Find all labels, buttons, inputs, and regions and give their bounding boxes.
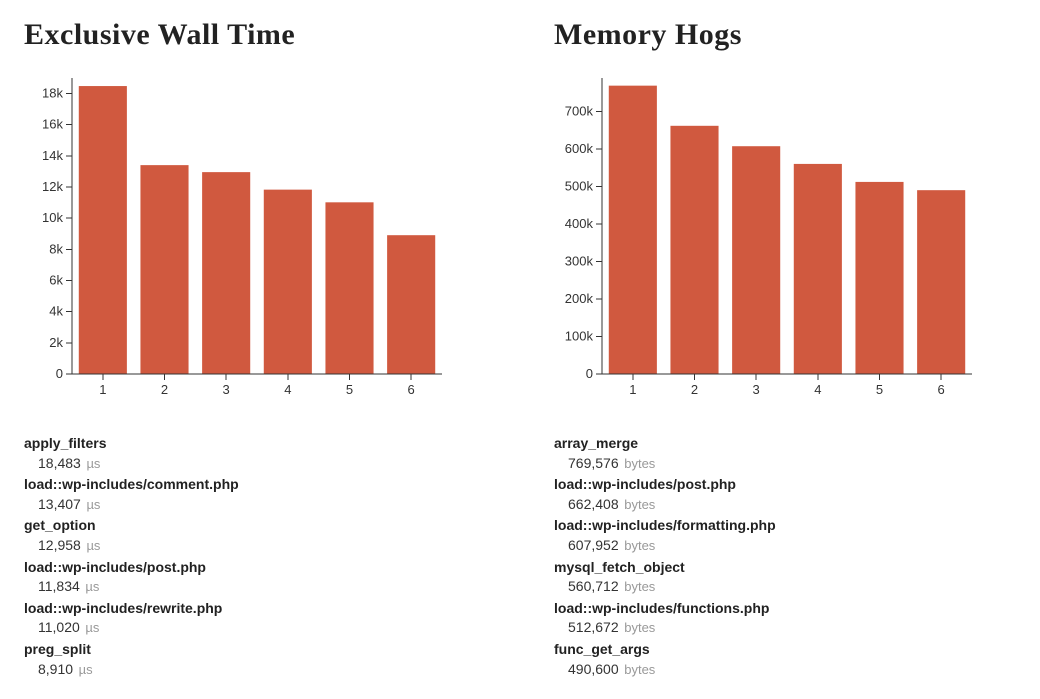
legend-item-unit: bytes (621, 497, 656, 512)
panels-row: Exclusive Wall Time 02k4k6k8k10k12k14k16… (0, 0, 1040, 681)
y-tick-label: 18k (42, 86, 63, 101)
legend-item-unit: µs (83, 456, 101, 471)
legend-item-value: 18,483 µs (24, 454, 484, 474)
y-tick-label: 100k (565, 329, 594, 344)
x-tick-label: 1 (629, 382, 636, 397)
legend-item-value: 512,672 bytes (554, 618, 1014, 638)
legend-item: load::wp-includes/formatting.php607,952 … (554, 516, 1014, 555)
y-tick-label: 400k (565, 216, 594, 231)
x-tick-label: 5 (876, 382, 883, 397)
bar (609, 86, 657, 374)
legend-item: mysql_fetch_object560,712 bytes (554, 558, 1014, 597)
legend-item: func_get_args490,600 bytes (554, 640, 1014, 679)
legend-item: load::wp-includes/comment.php13,407 µs (24, 475, 484, 514)
x-tick-label: 2 (691, 382, 698, 397)
legend-item: load::wp-includes/rewrite.php11,020 µs (24, 599, 484, 638)
y-tick-label: 700k (565, 104, 594, 119)
legend-item-name: load::wp-includes/functions.php (554, 599, 1014, 619)
y-tick-label: 200k (565, 291, 594, 306)
y-tick-label: 16k (42, 117, 63, 132)
legend-item-value: 662,408 bytes (554, 495, 1014, 515)
legend-item: preg_split8,910 µs (24, 640, 484, 679)
legend-item-unit: µs (75, 662, 93, 677)
y-tick-label: 600k (565, 141, 594, 156)
legend-item-unit: µs (82, 579, 100, 594)
bar (79, 86, 127, 374)
chart-title: Memory Hogs (554, 18, 1014, 52)
legend-item-name: mysql_fetch_object (554, 558, 1014, 578)
x-tick-label: 6 (938, 382, 945, 397)
bar (325, 202, 373, 374)
bar (264, 190, 312, 374)
legend-item-name: get_option (24, 516, 484, 536)
legend-item-unit: bytes (621, 579, 656, 594)
y-tick-label: 0 (586, 366, 593, 381)
legend-item-value: 12,958 µs (24, 536, 484, 556)
y-tick-label: 12k (42, 179, 63, 194)
legend-item-value: 560,712 bytes (554, 577, 1014, 597)
panel-wall-time: Exclusive Wall Time 02k4k6k8k10k12k14k16… (24, 12, 484, 681)
legend-item-name: load::wp-includes/rewrite.php (24, 599, 484, 619)
legend-item-name: array_merge (554, 434, 1014, 454)
legend-item-name: load::wp-includes/post.php (554, 475, 1014, 495)
legend-item-name: func_get_args (554, 640, 1014, 660)
y-tick-label: 8k (49, 241, 63, 256)
legend-item-unit: µs (82, 620, 100, 635)
legend-list: apply_filters18,483 µsload::wp-includes/… (24, 434, 484, 679)
legend-list: array_merge769,576 bytesload::wp-include… (554, 434, 1014, 679)
bar (670, 126, 718, 374)
legend-item-name: preg_split (24, 640, 484, 660)
y-tick-label: 14k (42, 148, 63, 163)
bar (855, 182, 903, 374)
legend-item-name: load::wp-includes/comment.php (24, 475, 484, 495)
legend-item: load::wp-includes/post.php11,834 µs (24, 558, 484, 597)
x-tick-label: 1 (99, 382, 106, 397)
y-tick-label: 6k (49, 273, 63, 288)
legend-item-unit: bytes (621, 662, 656, 677)
y-tick-label: 10k (42, 210, 63, 225)
bar-chart: 0 2k 4k 6k 8k 10k 12k 14k 16k 18k 1 2 3 4 5 6 (24, 70, 454, 410)
bar (387, 235, 435, 374)
legend-item: array_merge769,576 bytes (554, 434, 1014, 473)
bar (140, 165, 188, 374)
bar (202, 172, 250, 374)
legend-item-name: load::wp-includes/post.php (24, 558, 484, 578)
panel-memory-hogs: Memory Hogs 0 100k 200k 300k 400k 500k 600k 700… (554, 12, 1014, 681)
legend-item: load::wp-includes/functions.php512,672 b… (554, 599, 1014, 638)
bar (917, 190, 965, 374)
legend-item-unit: µs (83, 538, 101, 553)
legend-item-value: 11,834 µs (24, 577, 484, 597)
y-tick-label: 2k (49, 335, 63, 350)
x-tick-label: 3 (223, 382, 230, 397)
x-tick-label: 4 (814, 382, 821, 397)
legend-item-value: 11,020 µs (24, 618, 484, 638)
legend-item-value: 769,576 bytes (554, 454, 1014, 474)
legend-item-unit: bytes (621, 456, 656, 471)
x-tick-label: 6 (408, 382, 415, 397)
x-tick-label: 4 (284, 382, 291, 397)
legend-item-unit: bytes (621, 538, 656, 553)
x-tick-label: 3 (753, 382, 760, 397)
legend-item-value: 13,407 µs (24, 495, 484, 515)
y-tick-label: 0 (56, 366, 63, 381)
legend-item: apply_filters18,483 µs (24, 434, 484, 473)
chart-title: Exclusive Wall Time (24, 18, 484, 52)
y-tick-label: 300k (565, 254, 594, 269)
legend-item-name: load::wp-includes/formatting.php (554, 516, 1014, 536)
legend-item-value: 490,600 bytes (554, 660, 1014, 680)
legend-item-name: apply_filters (24, 434, 484, 454)
bar (732, 146, 780, 374)
legend-item: get_option12,958 µs (24, 516, 484, 555)
y-tick-label: 500k (565, 179, 594, 194)
x-tick-label: 2 (161, 382, 168, 397)
legend-item: load::wp-includes/post.php662,408 bytes (554, 475, 1014, 514)
legend-item-unit: µs (83, 497, 101, 512)
legend-item-value: 607,952 bytes (554, 536, 1014, 556)
legend-item-value: 8,910 µs (24, 660, 484, 680)
bar-chart: 0 100k 200k 300k 400k 500k 600k 700k 1 2 3 4 5 6 (554, 70, 984, 410)
y-tick-label: 4k (49, 304, 63, 319)
x-tick-label: 5 (346, 382, 353, 397)
bar (794, 164, 842, 374)
legend-item-unit: bytes (621, 620, 656, 635)
